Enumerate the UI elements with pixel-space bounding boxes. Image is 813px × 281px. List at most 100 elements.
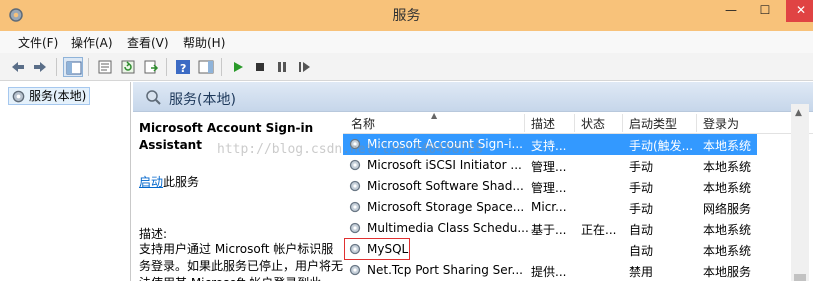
maximize-button[interactable]: ☐ — [752, 0, 778, 22]
service-description: 管理... — [531, 181, 567, 195]
menu-help[interactable]: 帮助(H) — [183, 34, 225, 51]
column-header-startup-type[interactable]: 启动类型 — [629, 115, 677, 132]
toolbar-separator — [88, 58, 89, 76]
panel-title: 服务(本地) — [169, 92, 236, 108]
toolbar: ? — [0, 53, 813, 81]
menu-bar: 文件(F) 操作(A) 查看(V) 帮助(H) — [0, 31, 813, 53]
window-title: 服务 — [392, 8, 421, 24]
start-service-button[interactable] — [228, 57, 248, 77]
menu-file[interactable]: 文件(F) — [18, 34, 58, 51]
scroll-up-arrow-icon[interactable]: ▲ — [795, 108, 802, 118]
svg-text:?: ? — [180, 62, 186, 75]
services-panel: 服务(本地) Microsoft Account Sign-in Assista… — [133, 82, 813, 281]
back-button[interactable] — [8, 57, 28, 77]
service-logon: 本地系统 — [703, 139, 752, 153]
table-header: 名称 ▲ 描述 状态 启动类型 登录为 — [343, 111, 813, 134]
forward-icon — [34, 62, 46, 72]
forward-button[interactable] — [30, 57, 50, 77]
services-gear-icon — [12, 90, 25, 103]
service-startup-type: 手动(触发... — [629, 139, 694, 153]
service-gear-icon — [349, 222, 361, 234]
stop-service-button[interactable] — [250, 57, 270, 77]
service-startup-type: 手动 — [629, 160, 654, 174]
help-icon: ? — [176, 60, 190, 75]
column-divider — [524, 114, 525, 132]
refresh-button[interactable] — [118, 57, 138, 77]
service-description: 管理... — [531, 160, 567, 174]
column-header-log-on-as[interactable]: 登录为 — [703, 115, 739, 132]
play-icon — [234, 62, 243, 72]
service-startup-type: 禁用 — [629, 265, 654, 279]
services-table: 名称 ▲ 描述 状态 启动类型 登录为 Microsoft Account Si… — [343, 111, 813, 281]
watermark-text: http://blog.csdn.net/lzm1340458725 — [217, 142, 484, 157]
sort-ascending-icon: ▲ — [431, 111, 438, 120]
tree-item-services-local[interactable]: 服务(本地) — [8, 87, 91, 105]
table-row[interactable]: Microsoft Storage Space... Micr... 手动 网络… — [343, 197, 757, 218]
column-divider — [574, 114, 575, 132]
service-description: 提供... — [531, 265, 567, 279]
console-tree-icon — [66, 61, 82, 75]
table-row[interactable]: Multimedia Class Schedu... 基于... 正在... 自… — [343, 218, 757, 239]
service-name: Multimedia Class Schedu... — [367, 221, 529, 235]
service-gear-icon — [349, 180, 361, 192]
column-divider — [696, 114, 697, 132]
close-button[interactable]: ✕ — [786, 0, 813, 22]
service-gear-icon — [349, 159, 361, 171]
toolbar-separator — [221, 58, 222, 76]
properties-icon — [98, 60, 112, 74]
export-list-icon — [144, 60, 159, 74]
action-pane-button[interactable] — [196, 57, 216, 77]
restart-icon — [299, 62, 310, 72]
start-service-suffix: 此服务 — [163, 175, 200, 189]
start-service-row: 启动此服务 — [139, 173, 199, 190]
service-description: 基于... — [531, 223, 567, 237]
menu-action[interactable]: 操作(A) — [71, 34, 113, 51]
export-list-button[interactable] — [141, 57, 161, 77]
show-hide-console-tree-button[interactable] — [63, 57, 83, 77]
service-gear-icon — [349, 264, 361, 276]
service-status: 正在... — [581, 223, 617, 237]
column-header-name[interactable]: 名称 — [351, 115, 375, 132]
service-name: Microsoft Software Shad... — [367, 179, 524, 193]
service-gear-icon — [349, 201, 361, 213]
toolbar-separator — [56, 58, 57, 76]
tree-item-label: 服务(本地) — [29, 89, 87, 103]
column-divider — [622, 114, 623, 132]
search-gear-icon — [146, 90, 161, 105]
service-description: 支持... — [531, 139, 567, 153]
toolbar-separator — [166, 58, 167, 76]
menu-view[interactable]: 查看(V) — [127, 34, 169, 51]
back-icon — [12, 62, 24, 72]
scrollbar-thumb[interactable] — [794, 274, 806, 281]
service-logon: 网络服务 — [703, 202, 752, 216]
service-description: Micr... — [531, 200, 567, 214]
column-header-description[interactable]: 描述 — [531, 115, 555, 132]
description-text: 支持用户通过 Microsoft 帐户标识服务登录。如果此服务已停止，用户将无法… — [139, 242, 344, 281]
service-name: Microsoft Storage Space... — [367, 200, 525, 214]
table-row[interactable]: Microsoft iSCSI Initiator ... 管理... 手动 本… — [343, 155, 757, 176]
mysql-highlight-box — [344, 238, 410, 260]
column-header-status[interactable]: 状态 — [581, 115, 605, 132]
pause-icon — [278, 62, 286, 72]
stop-icon — [256, 63, 264, 71]
table-row[interactable]: Microsoft Software Shad... 管理... 手动 本地系统 — [343, 176, 757, 197]
service-startup-type: 自动 — [629, 244, 654, 258]
help-button[interactable]: ? — [173, 57, 193, 77]
title-bar: 服务 — ☐ ✕ — [0, 0, 813, 31]
service-logon: 本地系统 — [703, 244, 752, 258]
pause-service-button[interactable] — [272, 57, 292, 77]
service-startup-type: 手动 — [629, 202, 654, 216]
refresh-icon — [121, 60, 135, 74]
console-tree: 服务(本地) — [0, 82, 131, 281]
service-startup-type: 自动 — [629, 223, 654, 237]
start-service-link[interactable]: 启动 — [139, 175, 163, 189]
service-logon: 本地服务 — [703, 265, 752, 279]
minimize-button[interactable]: — — [718, 0, 744, 22]
restart-service-button[interactable] — [294, 57, 314, 77]
service-name: Net.Tcp Port Sharing Ser... — [367, 263, 523, 277]
vertical-scrollbar[interactable]: ▲ — [791, 104, 809, 281]
service-logon: 本地系统 — [703, 160, 752, 174]
properties-button[interactable] — [95, 57, 115, 77]
panel-header: 服务(本地) — [133, 82, 813, 112]
table-row[interactable]: Net.Tcp Port Sharing Ser... 提供... 禁用 本地服… — [343, 260, 757, 281]
